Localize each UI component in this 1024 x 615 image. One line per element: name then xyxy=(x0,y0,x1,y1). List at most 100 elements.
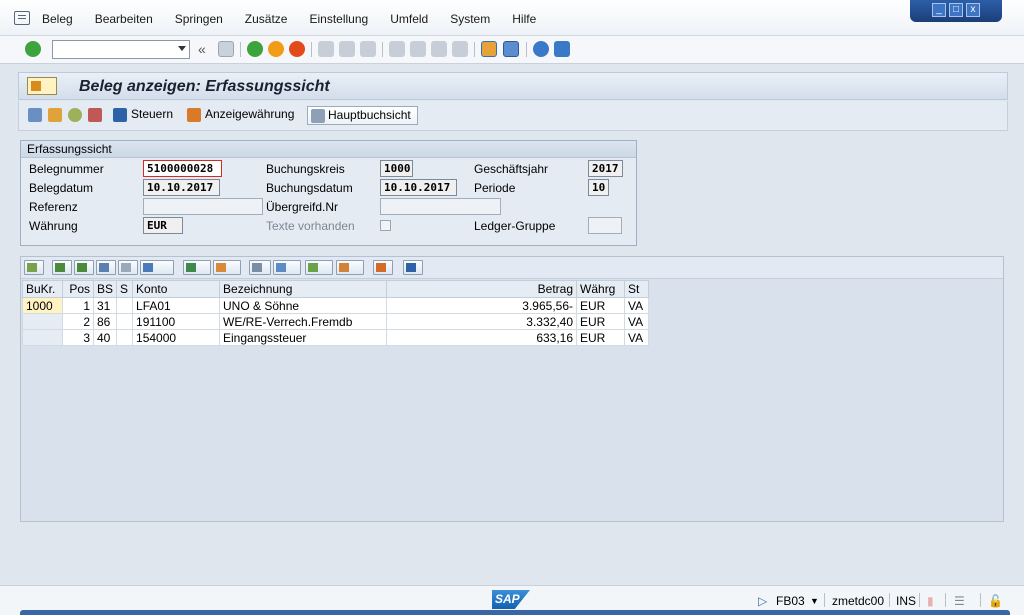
ledger-gruppe-field[interactable] xyxy=(588,217,622,234)
menu-bearbeiten[interactable]: Bearbeiten xyxy=(95,12,153,26)
buchungsdatum-field[interactable]: 10.10.2017 xyxy=(380,179,457,196)
subtotal-icon[interactable] xyxy=(213,260,241,275)
table-row[interactable]: 3 40 154000 Eingangssteuer 633,16 EUR VA xyxy=(22,329,650,346)
cell-pos[interactable]: 3 xyxy=(62,329,94,346)
layout-menu-icon[interactable] xyxy=(554,41,570,57)
find-next-icon[interactable] xyxy=(360,41,376,57)
save-icon[interactable] xyxy=(218,41,234,57)
cell-betrag[interactable]: 633,16 xyxy=(386,329,578,346)
exit-icon[interactable] xyxy=(268,41,284,57)
menu-system[interactable]: System xyxy=(450,12,490,26)
collapse-arrows-icon[interactable]: « xyxy=(198,41,206,57)
menu-icon[interactable] xyxy=(14,11,30,25)
chevron-down-icon[interactable] xyxy=(178,46,186,51)
col-waehrg[interactable]: Währg xyxy=(576,280,626,298)
display-change-icon[interactable] xyxy=(28,108,42,122)
menu-umfeld[interactable]: Umfeld xyxy=(390,12,428,26)
periode-field[interactable]: 10 xyxy=(588,179,609,196)
cell-waehrg[interactable]: EUR xyxy=(576,297,626,314)
cell-bukr[interactable] xyxy=(22,313,63,330)
filter-icon[interactable] xyxy=(140,260,174,275)
table-row[interactable]: 1000 1 31 LFA01 UNO & Söhne 3.965,56- EU… xyxy=(22,297,650,314)
menu-zusaetze[interactable]: Zusätze xyxy=(245,12,288,26)
cell-waehrg[interactable]: EUR xyxy=(576,329,626,346)
col-pos[interactable]: Pos xyxy=(62,280,94,298)
command-field[interactable] xyxy=(52,40,190,59)
other-document-icon[interactable] xyxy=(48,108,62,122)
help-icon[interactable] xyxy=(533,41,549,57)
lock-icon[interactable]: 🔓 xyxy=(988,594,1003,608)
cell-pos[interactable]: 2 xyxy=(62,313,94,330)
layout-icon[interactable] xyxy=(336,260,364,275)
cell-bs[interactable]: 31 xyxy=(92,297,118,314)
texte-vorhanden-checkbox[interactable] xyxy=(380,220,391,231)
buchungskreis-field[interactable]: 1000 xyxy=(380,160,413,177)
find-next-icon[interactable] xyxy=(118,260,138,275)
cell-bezeichnung[interactable]: Eingangssteuer xyxy=(219,329,388,346)
table-row[interactable]: 2 86 191100 WE/RE-Verrech.Fremdb 3.332,4… xyxy=(22,313,650,330)
menu-hilfe[interactable]: Hilfe xyxy=(512,12,536,26)
cell-waehrg[interactable]: EUR xyxy=(576,313,626,330)
cell-st[interactable]: VA xyxy=(624,297,650,314)
shortcut-icon[interactable] xyxy=(503,41,519,57)
belegdatum-field[interactable]: 10.10.2017 xyxy=(143,179,220,196)
last-page-icon[interactable] xyxy=(452,41,468,57)
sort-ascending-icon[interactable] xyxy=(52,260,72,275)
print-icon[interactable] xyxy=(88,108,102,122)
search-icon[interactable] xyxy=(68,108,82,122)
col-st[interactable]: St xyxy=(624,280,650,298)
waehrung-field[interactable]: EUR xyxy=(143,217,183,234)
cell-betrag[interactable]: 3.965,56- xyxy=(386,297,578,314)
col-s[interactable]: S xyxy=(116,280,134,298)
export-icon[interactable] xyxy=(273,260,301,275)
cell-s[interactable] xyxy=(116,297,134,314)
first-page-icon[interactable] xyxy=(389,41,405,57)
find-icon[interactable] xyxy=(339,41,355,57)
print-preview-icon[interactable] xyxy=(249,260,271,275)
sum-icon[interactable] xyxy=(183,260,211,275)
play-icon[interactable]: ▷ xyxy=(758,594,767,608)
cell-st[interactable]: VA xyxy=(624,313,650,330)
col-bukr[interactable]: BuKr. xyxy=(22,280,63,298)
details-icon[interactable] xyxy=(24,260,44,275)
cell-bs[interactable]: 86 xyxy=(92,313,118,330)
cell-bezeichnung[interactable]: UNO & Söhne xyxy=(219,297,388,314)
document-menu-icon[interactable] xyxy=(27,77,57,95)
cell-konto[interactable]: 154000 xyxy=(132,329,221,346)
hauptbuchsicht-button[interactable]: Hauptbuchsicht xyxy=(307,106,418,125)
menu-springen[interactable]: Springen xyxy=(175,12,223,26)
send-icon[interactable] xyxy=(305,260,333,275)
new-session-icon[interactable] xyxy=(481,41,497,57)
previous-page-icon[interactable] xyxy=(410,41,426,57)
menu-beleg[interactable]: Beleg xyxy=(42,12,73,26)
cell-s[interactable] xyxy=(116,329,134,346)
col-konto[interactable]: Konto xyxy=(132,280,221,298)
cell-konto[interactable]: LFA01 xyxy=(132,297,221,314)
sort-descending-icon[interactable] xyxy=(74,260,94,275)
cell-st[interactable]: VA xyxy=(624,329,650,346)
cell-bukr[interactable] xyxy=(22,329,63,346)
settings-icon[interactable]: ☰ xyxy=(954,594,965,608)
graphic-icon[interactable] xyxy=(373,260,393,275)
transaction-code[interactable]: FB03 xyxy=(776,594,805,608)
cell-bukr[interactable]: 1000 xyxy=(22,297,63,314)
cell-konto[interactable]: 191100 xyxy=(132,313,221,330)
cell-bs[interactable]: 40 xyxy=(92,329,118,346)
referenz-field[interactable] xyxy=(143,198,263,215)
cell-bezeichnung[interactable]: WE/RE-Verrech.Fremdb xyxy=(219,313,388,330)
chevron-down-icon[interactable]: ▼ xyxy=(810,596,819,606)
find-icon[interactable] xyxy=(96,260,116,275)
cell-betrag[interactable]: 3.332,40 xyxy=(386,313,578,330)
info-icon[interactable] xyxy=(403,260,423,275)
maximize-button[interactable]: □ xyxy=(949,3,963,17)
anzeigewaehrung-button[interactable]: Anzeigewährung xyxy=(187,106,294,125)
col-betrag[interactable]: Betrag xyxy=(386,280,578,298)
uebergreifd-field[interactable] xyxy=(380,198,501,215)
minimize-button[interactable]: _ xyxy=(932,3,946,17)
next-page-icon[interactable] xyxy=(431,41,447,57)
steuern-button[interactable]: Steuern xyxy=(113,106,173,125)
print-icon[interactable] xyxy=(318,41,334,57)
insert-mode[interactable]: INS xyxy=(896,594,916,608)
menu-einstellung[interactable]: Einstellung xyxy=(309,12,368,26)
back-icon[interactable] xyxy=(247,41,263,57)
